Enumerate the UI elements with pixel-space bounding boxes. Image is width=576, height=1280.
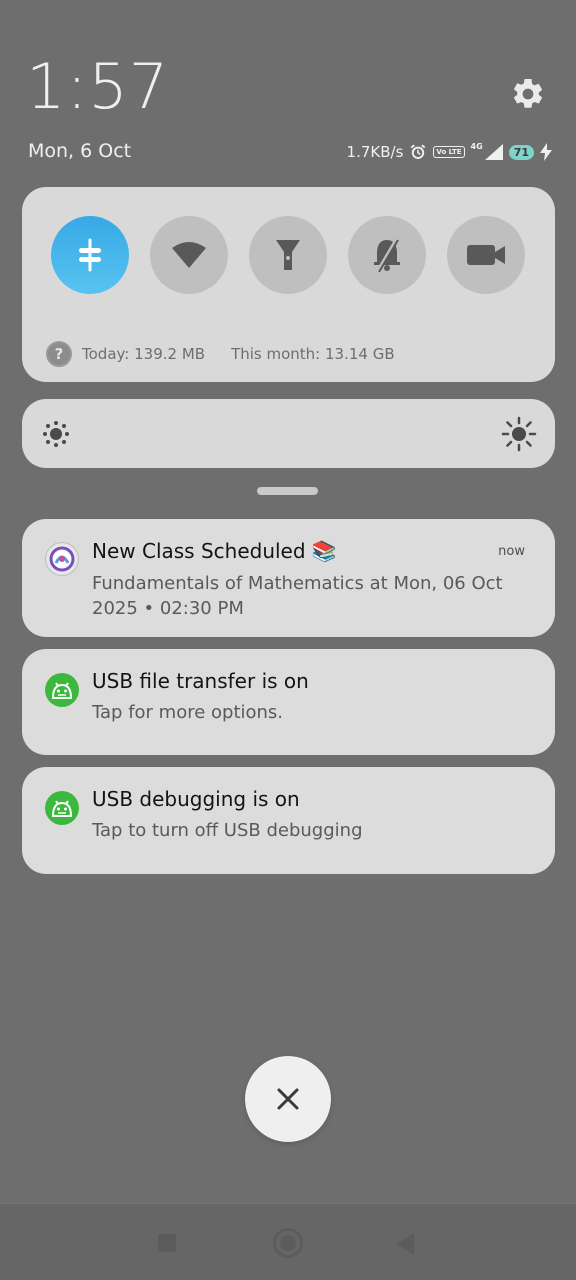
notification-usb-transfer[interactable]: USB file transfer is on Tap for more opt… bbox=[22, 649, 555, 755]
sun-high-icon bbox=[501, 416, 537, 452]
home-button[interactable] bbox=[273, 1228, 303, 1258]
toggle-mobile-data[interactable] bbox=[51, 216, 129, 294]
toggle-wifi[interactable] bbox=[150, 216, 228, 294]
network-speed: 1.7KB/s bbox=[346, 143, 404, 161]
clear-all-button[interactable] bbox=[245, 1056, 331, 1142]
notification-body: Tap to turn off USB debugging bbox=[92, 820, 363, 841]
class-app-icon bbox=[45, 542, 79, 576]
network-type: 4G bbox=[470, 141, 483, 151]
notification-time: now bbox=[498, 544, 525, 559]
navigation-bar bbox=[0, 1203, 576, 1280]
notification-body: Fundamentals of Mathematics at Mon, 06 O… bbox=[92, 573, 503, 619]
android-icon bbox=[45, 673, 79, 707]
drag-handle[interactable] bbox=[257, 487, 318, 495]
notification-title: USB file transfer is on bbox=[92, 669, 309, 693]
quick-toggles bbox=[51, 216, 525, 294]
clock-time: 1:57 bbox=[26, 50, 170, 123]
quick-settings-panel: ? Today: 139.2 MB This month: 13.14 GB bbox=[22, 187, 555, 382]
gear-icon[interactable] bbox=[510, 76, 546, 112]
toggle-flashlight[interactable] bbox=[249, 216, 327, 294]
close-icon bbox=[277, 1088, 299, 1110]
wifi-icon bbox=[172, 242, 206, 268]
sun-low-icon bbox=[43, 421, 69, 447]
data-usage-today: Today: 139.2 MB bbox=[82, 345, 206, 363]
bell-off-icon bbox=[374, 238, 400, 272]
alarm-icon bbox=[409, 143, 427, 161]
back-button[interactable] bbox=[396, 1233, 414, 1255]
notification-body: Tap for more options. bbox=[92, 702, 284, 723]
data-usage-month: This month: 13.14 GB bbox=[231, 345, 395, 363]
status-bar: 1.7KB/s Vo LTE 4G 71 bbox=[347, 140, 552, 164]
notification-title: USB debugging is on bbox=[92, 787, 300, 811]
data-usage: ? Today: 139.2 MB This month: 13.14 GB bbox=[46, 341, 395, 367]
lightning-icon bbox=[540, 143, 552, 161]
help-icon[interactable]: ? bbox=[46, 341, 72, 367]
date-label: Mon, 6 Oct bbox=[28, 140, 132, 162]
android-icon bbox=[45, 791, 79, 825]
toggle-screen-recorder[interactable] bbox=[447, 216, 525, 294]
video-camera-icon bbox=[467, 245, 505, 265]
brightness-slider[interactable] bbox=[22, 399, 555, 468]
signal-icon bbox=[484, 144, 503, 160]
flashlight-icon bbox=[276, 240, 300, 270]
recents-button[interactable] bbox=[158, 1234, 176, 1252]
battery-level: 71 bbox=[508, 144, 534, 160]
notification-class-scheduled[interactable]: New Class Scheduled 📚 now Fundamentals o… bbox=[22, 519, 555, 637]
toggle-mute[interactable] bbox=[348, 216, 426, 294]
notification-title: New Class Scheduled 📚 bbox=[92, 539, 337, 563]
data-transfer-icon bbox=[79, 238, 101, 272]
volte-badge: Vo LTE bbox=[433, 146, 465, 158]
notification-usb-debugging[interactable]: USB debugging is on Tap to turn off USB … bbox=[22, 767, 555, 874]
